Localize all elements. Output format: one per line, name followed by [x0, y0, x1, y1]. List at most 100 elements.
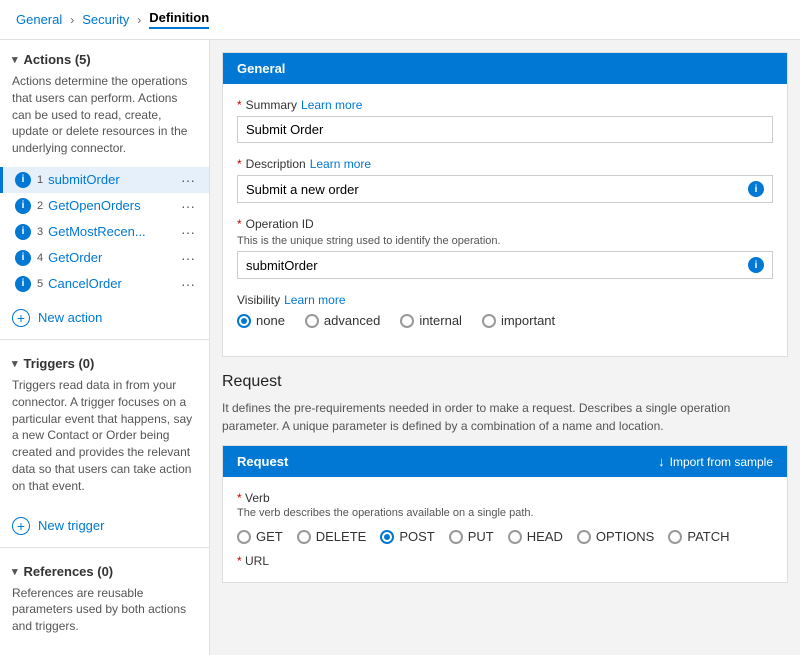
- verb-patch[interactable]: PATCH: [668, 529, 729, 544]
- verb-patch-label: PATCH: [687, 529, 729, 544]
- visibility-important-label: important: [501, 313, 555, 328]
- action-item-2[interactable]: i 2 GetOpenOrders ···: [0, 193, 209, 219]
- triggers-section-header[interactable]: ▾ Triggers (0): [0, 344, 209, 377]
- summary-input-wrapper: [237, 116, 773, 143]
- summary-learn-more[interactable]: Learn more: [301, 98, 362, 112]
- operation-id-label-text: Operation ID: [246, 217, 314, 231]
- action-more-1[interactable]: ···: [177, 172, 199, 188]
- references-chevron: ▾: [12, 565, 18, 578]
- request-panel-header-label: Request: [237, 454, 288, 469]
- radio-options-circle: [577, 530, 591, 544]
- import-from-sample-button[interactable]: ↓ Import from sample: [658, 454, 773, 469]
- radio-head-circle: [508, 530, 522, 544]
- verb-head[interactable]: HEAD: [508, 529, 563, 544]
- breadcrumb-security[interactable]: Security: [82, 12, 129, 27]
- visibility-learn-more[interactable]: Learn more: [284, 293, 345, 307]
- action-info-icon-4: i: [15, 250, 31, 266]
- action-more-5[interactable]: ···: [177, 276, 199, 292]
- new-trigger-plus-icon: +: [12, 517, 30, 535]
- visibility-options: none advanced internal important: [237, 313, 773, 328]
- action-name-2: GetOpenOrders: [48, 198, 177, 213]
- description-input[interactable]: [246, 182, 742, 197]
- action-info-icon-3: i: [15, 224, 31, 240]
- request-panel: Request ↓ Import from sample * Verb The …: [222, 445, 788, 583]
- new-action-button[interactable]: + New action: [0, 301, 209, 335]
- radio-none-circle: [237, 314, 251, 328]
- main-content: General * Summary Learn more *: [210, 40, 800, 655]
- import-arrow-icon: ↓: [658, 454, 665, 469]
- action-item-3[interactable]: i 3 GetMostRecen... ···: [0, 219, 209, 245]
- verb-required-mark: *: [237, 491, 242, 505]
- operation-id-label: * Operation ID: [237, 217, 773, 231]
- breadcrumb-definition[interactable]: Definition: [149, 10, 209, 29]
- general-panel-body: * Summary Learn more * Description Learn…: [223, 84, 787, 356]
- summary-label: * Summary Learn more: [237, 98, 773, 112]
- breadcrumb: General › Security › Definition: [0, 0, 800, 40]
- verb-delete[interactable]: DELETE: [297, 529, 367, 544]
- visibility-label: Visibility Learn more: [237, 293, 773, 307]
- section-divider-2: [0, 547, 209, 548]
- import-label: Import from sample: [670, 455, 773, 469]
- description-learn-more[interactable]: Learn more: [310, 157, 371, 171]
- action-num-4: 4: [37, 252, 43, 264]
- verb-put-label: PUT: [468, 529, 494, 544]
- operation-id-hint: This is the unique string used to identi…: [237, 235, 773, 247]
- operation-id-group: * Operation ID This is the unique string…: [237, 217, 773, 279]
- request-panel-body: * Verb The verb describes the operations…: [223, 477, 787, 582]
- verb-options-label: OPTIONS: [596, 529, 655, 544]
- actions-section-header[interactable]: ▾ Actions (5): [0, 40, 209, 73]
- visibility-important[interactable]: important: [482, 313, 555, 328]
- description-input-wrapper: i: [237, 175, 773, 203]
- breadcrumb-sep-2: ›: [137, 13, 141, 27]
- operation-id-input[interactable]: [246, 258, 742, 273]
- action-more-3[interactable]: ···: [177, 224, 199, 240]
- verb-delete-label: DELETE: [316, 529, 367, 544]
- summary-group: * Summary Learn more: [237, 98, 773, 143]
- triggers-header-label: Triggers (0): [24, 356, 95, 371]
- action-item-5[interactable]: i 5 CancelOrder ···: [0, 271, 209, 297]
- verb-put[interactable]: PUT: [449, 529, 494, 544]
- new-action-label: New action: [38, 310, 102, 325]
- sidebar: ▾ Actions (5) Actions determine the oper…: [0, 40, 210, 655]
- action-item-1[interactable]: i 1 submitOrder ···: [0, 167, 209, 193]
- visibility-group: Visibility Learn more none advanced: [237, 293, 773, 328]
- visibility-none-label: none: [256, 313, 285, 328]
- action-more-4[interactable]: ···: [177, 250, 199, 266]
- verb-post[interactable]: POST: [380, 529, 434, 544]
- section-divider-1: [0, 339, 209, 340]
- action-num-5: 5: [37, 278, 43, 290]
- radio-delete-circle: [297, 530, 311, 544]
- visibility-advanced[interactable]: advanced: [305, 313, 380, 328]
- radio-advanced-circle: [305, 314, 319, 328]
- new-trigger-button[interactable]: + New trigger: [0, 509, 209, 543]
- main-layout: ▾ Actions (5) Actions determine the oper…: [0, 40, 800, 655]
- action-item-4[interactable]: i 4 GetOrder ···: [0, 245, 209, 271]
- references-header-label: References (0): [24, 564, 114, 579]
- radio-post-circle: [380, 530, 394, 544]
- verb-post-label: POST: [399, 529, 434, 544]
- request-section-title: Request: [222, 369, 788, 391]
- visibility-advanced-label: advanced: [324, 313, 380, 328]
- references-section-header[interactable]: ▾ References (0): [0, 552, 209, 585]
- verb-options: GET DELETE POST PUT: [237, 529, 773, 544]
- verb-get[interactable]: GET: [237, 529, 283, 544]
- visibility-none[interactable]: none: [237, 313, 285, 328]
- operation-id-info-icon: i: [748, 257, 764, 273]
- summary-input[interactable]: [246, 122, 764, 137]
- action-info-icon-5: i: [15, 276, 31, 292]
- general-panel: General * Summary Learn more *: [222, 52, 788, 357]
- action-name-5: CancelOrder: [48, 276, 177, 291]
- visibility-internal[interactable]: internal: [400, 313, 462, 328]
- request-section-desc: It defines the pre-requirements needed i…: [222, 399, 788, 435]
- references-description: References are reusable parameters used …: [0, 585, 209, 645]
- actions-header-label: Actions (5): [24, 52, 91, 67]
- verb-label: * Verb: [237, 491, 773, 505]
- action-more-2[interactable]: ···: [177, 198, 199, 214]
- verb-options[interactable]: OPTIONS: [577, 529, 655, 544]
- breadcrumb-general[interactable]: General: [16, 12, 62, 27]
- triggers-chevron: ▾: [12, 357, 18, 370]
- description-info-icon: i: [748, 181, 764, 197]
- summary-required-mark: *: [237, 98, 242, 112]
- description-required-mark: *: [237, 157, 242, 171]
- verb-head-label: HEAD: [527, 529, 563, 544]
